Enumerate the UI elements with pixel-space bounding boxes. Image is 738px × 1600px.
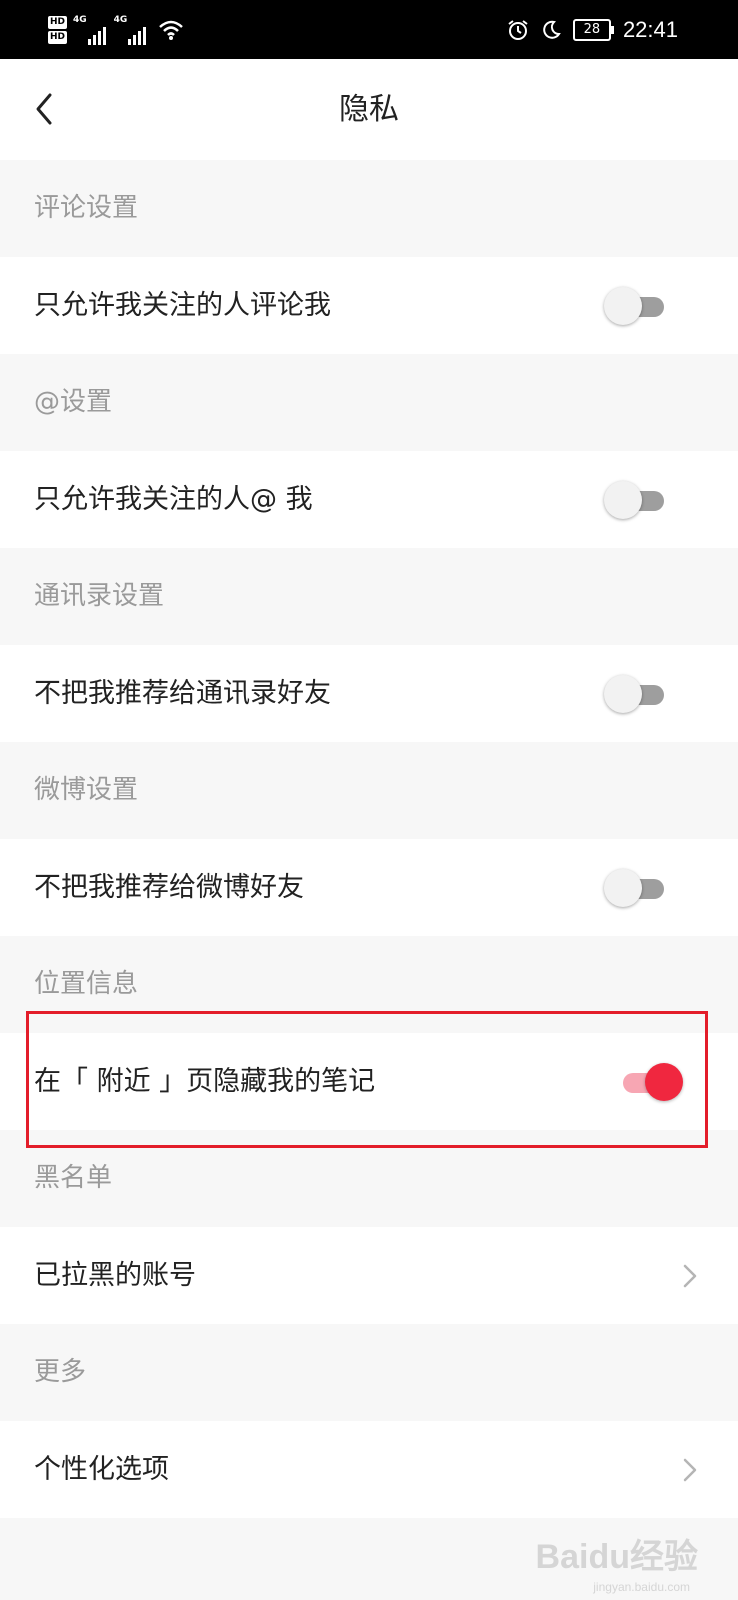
back-arrow-icon: [36, 93, 52, 125]
status-bar-right: 28 22:41: [507, 0, 678, 59]
signal-2-icon: 4G: [114, 15, 149, 45]
setting-label: 不把我推荐给微博好友: [34, 872, 304, 903]
toggle-comments-followed-only[interactable]: [604, 287, 668, 325]
battery-indicator: 28: [572, 18, 614, 41]
setting-label: 个性化选项: [34, 1454, 169, 1485]
wifi-icon: [159, 20, 184, 40]
section-header-blacklist: 黑名单: [0, 1130, 738, 1227]
setting-label: 只允许我关注的人评论我: [34, 290, 331, 321]
setting-row-personalization[interactable]: 个性化选项: [0, 1421, 738, 1518]
hd-indicators: HD HD: [48, 16, 68, 44]
baidu-watermark: Baidu经验: [535, 1538, 698, 1576]
back-button[interactable]: [30, 91, 60, 127]
moon-icon: [543, 20, 561, 39]
section-header-mentions: @设置: [0, 354, 738, 451]
nav-bar: 隐私: [0, 59, 738, 160]
toggle-mentions-followed-only[interactable]: [604, 481, 668, 519]
setting-label: 在「 附近 」页隐藏我的笔记: [34, 1066, 376, 1097]
status-time: 22:41: [622, 16, 678, 42]
chevron-right-icon: [683, 1264, 697, 1288]
toggle-hide-notes-nearby[interactable]: [619, 1063, 683, 1101]
setting-row-blocked-accounts[interactable]: 已拉黑的账号: [0, 1227, 738, 1324]
section-header-contacts: 通讯录设置: [0, 548, 738, 645]
setting-label: 不把我推荐给通讯录好友: [34, 678, 331, 709]
page-title: 隐私: [339, 92, 399, 127]
toggle-hide-from-contacts[interactable]: [604, 675, 668, 713]
alarm-icon: [508, 19, 528, 40]
status-bar: HD HD 4G 4G 28 22:41: [0, 0, 738, 59]
section-header-weibo: 微博设置: [0, 742, 738, 839]
hd-badge-2: HD: [48, 31, 68, 44]
network-type-2: 4G: [113, 15, 128, 25]
section-header-location: 位置信息: [0, 936, 738, 1033]
setting-label: 只允许我关注的人@ 我: [34, 484, 313, 515]
chevron-right-icon: [683, 1458, 697, 1482]
baidu-watermark-url: jingyan.baidu.com: [593, 1580, 690, 1594]
network-type-1: 4G: [73, 15, 87, 25]
hd-badge-1: HD: [48, 16, 68, 29]
setting-row-hide-notes-nearby[interactable]: 在「 附近 」页隐藏我的笔记: [0, 1033, 738, 1130]
setting-row-hide-from-contacts[interactable]: 不把我推荐给通讯录好友: [0, 645, 738, 742]
setting-label: 已拉黑的账号: [34, 1260, 196, 1291]
section-header-comments: 评论设置: [0, 160, 738, 257]
toggle-hide-from-weibo[interactable]: [604, 869, 668, 907]
setting-row-hide-from-weibo[interactable]: 不把我推荐给微博好友: [0, 839, 738, 936]
signal-1-icon: 4G: [73, 15, 108, 45]
setting-row-mentions-followed-only[interactable]: 只允许我关注的人@ 我: [0, 451, 738, 548]
section-header-more: 更多: [0, 1324, 738, 1421]
settings-list: 评论设置 只允许我关注的人评论我 @设置 只允许我关注的人@ 我 通讯录设置 不…: [0, 160, 738, 1518]
setting-row-comments-followed-only[interactable]: 只允许我关注的人评论我: [0, 257, 738, 354]
status-bar-left: HD HD 4G 4G: [48, 10, 184, 50]
